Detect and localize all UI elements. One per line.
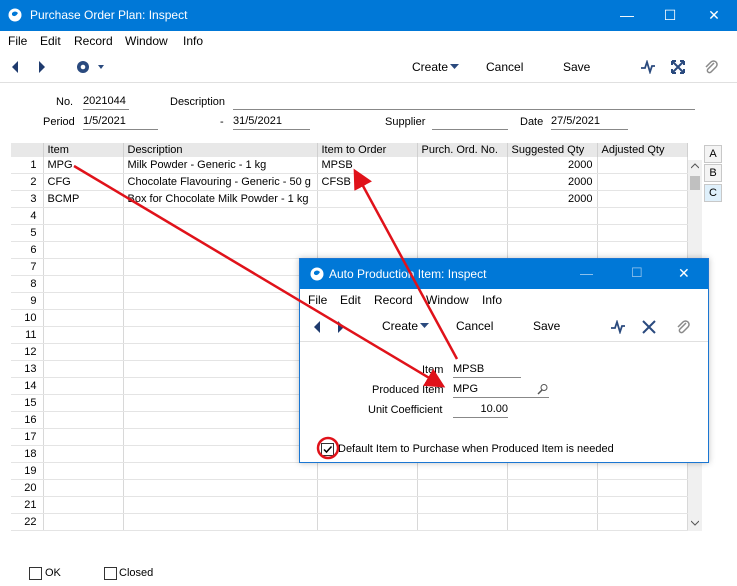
annotation-arrow-mpg	[73, 164, 446, 388]
annotation-overlay	[73, 164, 459, 460]
annotation-arrow-mpsb	[353, 168, 459, 360]
annotation-circle-checkbox	[316, 436, 340, 460]
